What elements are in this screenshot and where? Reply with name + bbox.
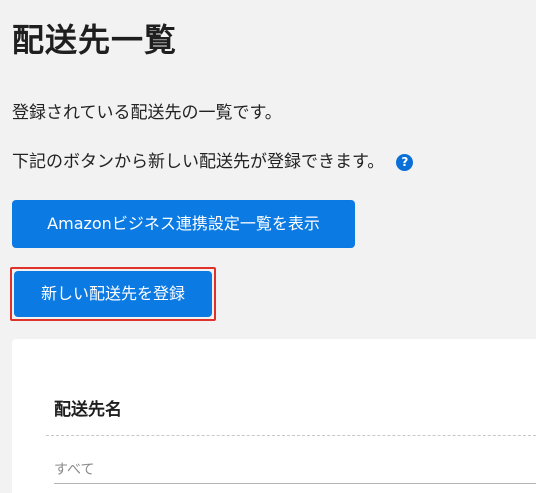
destination-name-select[interactable]: すべて — [54, 459, 94, 479]
page-title: 配送先一覧 — [12, 21, 178, 59]
divider — [46, 435, 536, 436]
description-text: 登録されている配送先の一覧です。 — [12, 103, 282, 123]
register-new-destination-button[interactable]: 新しい配送先を登録 — [14, 271, 212, 317]
highlight-frame: 新しい配送先を登録 — [10, 267, 216, 321]
destination-name-label: 配送先名 — [54, 400, 122, 420]
page: 配送先一覧 登録されている配送先の一覧です。 下記のボタンから新しい配送先が登録… — [0, 0, 536, 493]
question-circle-icon[interactable]: ? — [396, 153, 414, 171]
description-text-2: 下記のボタンから新しい配送先が登録できます。 — [12, 152, 385, 172]
filter-card: 配送先名 すべて — [12, 339, 536, 493]
description-row: 下記のボタンから新しい配送先が登録できます。 ? — [12, 149, 414, 175]
select-underline — [54, 483, 536, 484]
show-amazon-business-settings-button[interactable]: Amazonビジネス連携設定一覧を表示 — [12, 200, 355, 248]
